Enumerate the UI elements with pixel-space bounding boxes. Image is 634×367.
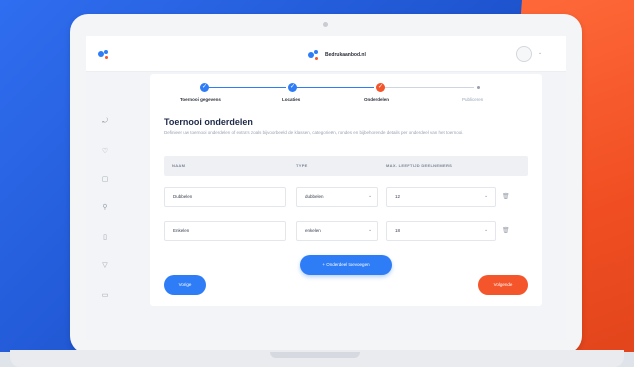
name-input[interactable]: Enkelen [164, 221, 286, 241]
step-active-icon: ✓ [376, 83, 385, 92]
sidebar-item-documents-icon[interactable]: ▯ [101, 234, 109, 242]
chevron-down-icon[interactable]: ⌄ [368, 193, 372, 199]
avatar[interactable] [516, 46, 532, 62]
laptop-camera [323, 22, 328, 27]
app-screen: Bedrukaanbod.nl ⌄ ⤾ ♡ ▢ ⚲ ▯ ▽ ▭ ✓ ✓ ✓ To… [86, 36, 566, 340]
chevron-down-icon[interactable]: ⌄ [484, 193, 488, 199]
sidebar-item-files-icon[interactable]: ▭ [101, 292, 109, 300]
brand-logo-icon [308, 50, 320, 60]
sidebar-item-calendar-icon[interactable]: ▢ [101, 176, 109, 184]
step-label[interactable]: Publiceren [462, 97, 483, 102]
sidebar-item-settings-icon[interactable]: ⤾ [101, 118, 109, 126]
trash-icon[interactable]: 🗑 [502, 227, 510, 234]
step-done-check-icon: ✓ [288, 83, 297, 92]
type-select[interactable]: enkelen [296, 221, 378, 241]
max-age-select[interactable]: 12 [386, 187, 496, 207]
brand: Bedrukaanbod.nl [308, 49, 366, 61]
step-connector [384, 87, 474, 88]
step-connector [296, 87, 374, 88]
stepper: ✓ ✓ ✓ Toernooi gegevens Locaties Onderde… [150, 82, 542, 106]
laptop-notch [270, 352, 360, 358]
step-label[interactable]: Toernooi gegevens [180, 97, 221, 102]
brand-name: Bedrukaanbod.nl [325, 52, 366, 58]
type-select[interactable]: dubbelen [296, 187, 378, 207]
column-header: NAAM [172, 163, 186, 168]
chevron-down-icon[interactable]: ⌄ [538, 50, 542, 56]
step-connector [208, 87, 286, 88]
table-header: NAAM TYPE MAX. LEEFTIJD DEELNEMERS [164, 156, 528, 176]
max-age-select[interactable]: 18 [386, 221, 496, 241]
chevron-down-icon[interactable]: ⌄ [368, 227, 372, 233]
step-done-check-icon: ✓ [200, 83, 209, 92]
app-logo-icon[interactable] [98, 50, 110, 60]
section-title: Toernooi onderdelen [164, 117, 253, 127]
step-label[interactable]: Onderdelen [364, 97, 389, 102]
column-header: MAX. LEEFTIJD DEELNEMERS [386, 163, 453, 168]
add-item-button[interactable]: + Onderdeel toevoegen [300, 255, 392, 275]
sidebar-item-tags-icon[interactable]: ⚲ [101, 204, 109, 212]
main-card: ✓ ✓ ✓ Toernooi gegevens Locaties Onderde… [150, 74, 542, 306]
step-pending-dot [477, 86, 480, 89]
chevron-down-icon[interactable]: ⌄ [484, 227, 488, 233]
trash-icon[interactable]: 🗑 [502, 193, 510, 200]
next-button[interactable]: Volgende [478, 275, 528, 295]
back-button[interactable]: Vorige [164, 275, 206, 295]
name-input[interactable]: Dubbelen [164, 187, 286, 207]
sidebar-item-favorites-icon[interactable]: ♡ [101, 148, 109, 156]
section-description: Definieer uw toernooi onderdelen of extr… [164, 130, 464, 135]
step-label[interactable]: Locaties [282, 97, 300, 102]
sidebar-item-filter-icon[interactable]: ▽ [101, 262, 109, 270]
sidebar: ⤾ ♡ ▢ ⚲ ▯ ▽ ▭ [86, 72, 124, 340]
column-header: TYPE [296, 163, 308, 168]
top-bar: Bedrukaanbod.nl ⌄ [86, 36, 566, 72]
